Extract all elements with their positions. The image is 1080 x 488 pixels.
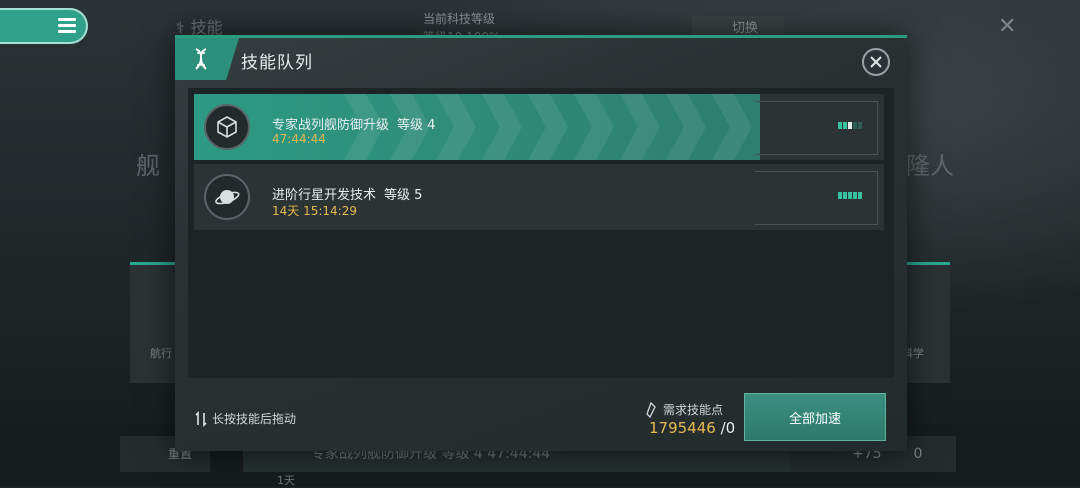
- planet-icon: [204, 174, 250, 220]
- close-button[interactable]: [862, 48, 890, 76]
- chevron-shape: [620, 94, 660, 160]
- level-segment: [848, 192, 852, 199]
- chevron-shape: [712, 94, 752, 160]
- level-segment: [858, 192, 862, 199]
- cube-icon: [204, 104, 250, 150]
- menu-icon: [58, 18, 76, 34]
- drag-arrows-icon: [195, 410, 207, 427]
- chevron-shape: [574, 94, 614, 160]
- chevron-shape: [482, 94, 522, 160]
- skill-name: 进阶行星开发技术 等级 5: [272, 188, 423, 203]
- level-segment: [838, 192, 842, 199]
- left-card-label: 航行: [150, 347, 172, 360]
- speed-up-all-button[interactable]: 全部加速: [744, 393, 886, 441]
- level-segment: [843, 122, 847, 129]
- level-segment: [843, 192, 847, 199]
- menu-button[interactable]: [0, 8, 88, 44]
- skill-level: 等级 5: [384, 188, 423, 203]
- dna-icon: [175, 38, 239, 80]
- skill-queue-dialog: 技能队列 专家战列舰防御升级 等级 4 47:44:44 进阶行星开发技术 等级 5: [175, 35, 907, 451]
- background-left-card[interactable]: 航行: [130, 262, 180, 383]
- dialog-header: 技能队列: [175, 38, 907, 80]
- dialog-title: 技能队列: [241, 53, 313, 73]
- tech-level-label: 当前科技等级: [423, 12, 496, 26]
- background-close-icon[interactable]: ✕: [998, 14, 1016, 39]
- close-icon: [870, 56, 882, 68]
- points-value: 1795446 /0: [649, 419, 736, 437]
- queue-item[interactable]: 进阶行星开发技术 等级 5 14天 15:14:29: [194, 164, 884, 230]
- level-segment: [848, 122, 852, 129]
- drag-hint: 长按技能后拖动: [195, 410, 296, 427]
- level-segments: [838, 192, 862, 199]
- skill-queue-list: 专家战列舰防御升级 等级 4 47:44:44 进阶行星开发技术 等级 5 14天 …: [188, 88, 894, 378]
- level-segment: [838, 122, 842, 129]
- bottom-stat-b: 0: [913, 446, 923, 462]
- skill-timer: 14天 15:14:29: [272, 204, 357, 218]
- level-segment: [853, 192, 857, 199]
- skill-timer: 47:44:44: [272, 132, 326, 146]
- background-left-word: 舰: [136, 152, 160, 180]
- level-segments: [838, 122, 862, 129]
- points-label: 需求技能点: [645, 401, 723, 418]
- chevron-shape: [528, 94, 568, 160]
- skill-name: 专家战列舰防御升级 等级 4: [272, 118, 436, 133]
- chevron-shape: [436, 94, 476, 160]
- background-right-word: 隆人: [906, 152, 954, 180]
- level-segment: [858, 122, 862, 129]
- level-segment: [853, 122, 857, 129]
- queue-item[interactable]: 专家战列舰防御升级 等级 4 47:44:44: [194, 94, 884, 160]
- skill-point-icon: [646, 401, 656, 418]
- background-right-card[interactable]: 科学: [902, 262, 950, 383]
- skill-level: 等级 4: [397, 118, 436, 133]
- chevron-shape: [666, 94, 706, 160]
